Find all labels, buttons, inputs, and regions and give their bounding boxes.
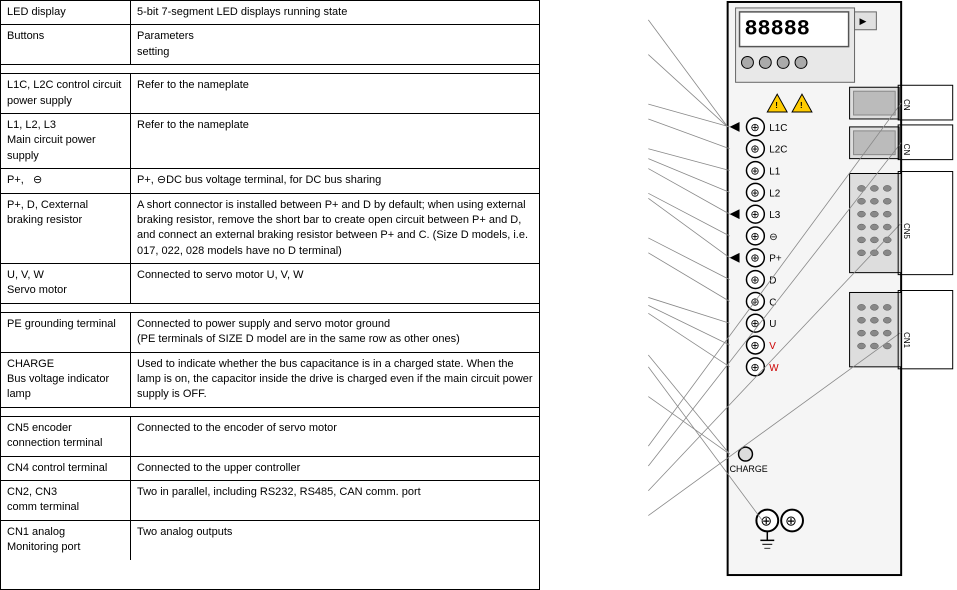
table-row: CN5 encoder connection terminal Connecte… [1, 417, 539, 457]
table-row: L1C, L2C control circuit power supply Re… [1, 74, 539, 114]
table-row: CN2, CN3comm terminal Two in parallel, i… [1, 481, 539, 521]
table-row: LED display 5-bit 7-segment LED displays… [1, 1, 539, 25]
svg-text:⊕: ⊕ [750, 253, 759, 265]
svg-text:L3: L3 [769, 210, 781, 221]
svg-text:⊖: ⊖ [769, 232, 777, 243]
svg-text:P+: P+ [769, 254, 782, 265]
svg-text:⊕: ⊕ [750, 296, 759, 308]
servo-drive-diagram: 88888 ▶ ! ! [540, 0, 957, 590]
svg-text:⊕: ⊕ [750, 340, 759, 352]
svg-text:⊕: ⊕ [750, 318, 759, 330]
component-name: CN5 encoder connection terminal [1, 417, 131, 456]
section-gap [1, 408, 539, 417]
svg-text:CN5: CN5 [902, 223, 911, 239]
table-row: P+, D, Cexternal braking resistor A shor… [1, 194, 539, 265]
svg-text:⊕: ⊕ [750, 122, 759, 134]
svg-text:⊕: ⊕ [750, 144, 759, 156]
table-row: CHARGEBus voltage indicator lamp Used to… [1, 353, 539, 408]
component-desc: Two in parallel, including RS232, RS485,… [131, 481, 539, 520]
svg-text:⊕: ⊕ [750, 231, 759, 243]
svg-text:!: ! [800, 101, 803, 110]
component-desc: A short connector is installed between P… [131, 194, 539, 264]
svg-text:L1C: L1C [769, 123, 787, 134]
table-row: P+, ⊖ P+, ⊖DC bus voltage terminal, for … [1, 169, 539, 193]
svg-text:⊕: ⊕ [750, 209, 759, 221]
svg-text:CHARGE: CHARGE [730, 464, 768, 474]
svg-text:W: W [769, 363, 779, 374]
svg-text:⊕: ⊕ [750, 275, 759, 287]
component-name: CN2, CN3comm terminal [1, 481, 131, 520]
svg-text:U: U [769, 319, 776, 330]
component-name: LED display [1, 1, 131, 24]
component-desc: Refer to the nameplate [131, 114, 539, 168]
component-desc: Connected to the upper controller [131, 457, 539, 480]
component-name: U, V, WServo motor [1, 264, 131, 303]
table-row: PE grounding terminal Connected to power… [1, 313, 539, 353]
table-row: CN1 analogMonitoring port Two analog out… [1, 521, 539, 560]
svg-text:⊕: ⊕ [750, 165, 759, 177]
component-desc: Connected to the encoder of servo motor [131, 417, 539, 456]
table-row: L1, L2, L3Main circuit power supply Refe… [1, 114, 539, 169]
svg-text:CN1: CN1 [902, 332, 911, 348]
section-gap [1, 304, 539, 313]
component-desc: Refer to the nameplate [131, 74, 539, 113]
component-name: P+, ⊖ [1, 169, 131, 192]
svg-text:⊕: ⊕ [750, 187, 759, 199]
svg-text:L1: L1 [769, 166, 781, 177]
section-gap [1, 65, 539, 74]
component-name: CN1 analogMonitoring port [1, 521, 131, 560]
svg-text:88888: 88888 [744, 17, 809, 42]
svg-text:⊕: ⊕ [750, 362, 759, 374]
drive-diagram-svg: 88888 ▶ ! ! [647, 0, 957, 580]
component-desc: Used to indicate whether the bus capacit… [131, 353, 539, 407]
svg-text:V: V [769, 341, 776, 352]
svg-text:L2C: L2C [769, 145, 787, 156]
component-name: Buttons [1, 25, 131, 64]
component-table: LED display 5-bit 7-segment LED displays… [0, 0, 540, 590]
component-desc: Parameterssetting [131, 25, 539, 64]
svg-text:CN: CN [902, 99, 911, 111]
svg-text:CN: CN [902, 144, 911, 156]
svg-text:⊕: ⊕ [785, 512, 797, 528]
component-desc: 5-bit 7-segment LED displays running sta… [131, 1, 539, 24]
table-row: CN4 control terminal Connected to the up… [1, 457, 539, 481]
component-desc: Connected to servo motor U, V, W [131, 264, 539, 303]
component-name: L1, L2, L3Main circuit power supply [1, 114, 131, 168]
component-name: CN4 control terminal [1, 457, 131, 480]
component-name: CHARGEBus voltage indicator lamp [1, 353, 131, 407]
component-name: P+, D, Cexternal braking resistor [1, 194, 131, 264]
table-row: U, V, WServo motor Connected to servo mo… [1, 264, 539, 304]
component-name: PE grounding terminal [1, 313, 131, 352]
table-row: Buttons Parameterssetting [1, 25, 539, 65]
component-desc: Connected to power supply and servo moto… [131, 313, 539, 352]
svg-text:L2: L2 [769, 188, 781, 199]
component-name: L1C, L2C control circuit power supply [1, 74, 131, 113]
component-desc: P+, ⊖DC bus voltage terminal, for DC bus… [131, 169, 539, 192]
svg-text:▶: ▶ [860, 16, 867, 26]
svg-text:!: ! [775, 101, 778, 110]
component-desc: Two analog outputs [131, 521, 539, 560]
